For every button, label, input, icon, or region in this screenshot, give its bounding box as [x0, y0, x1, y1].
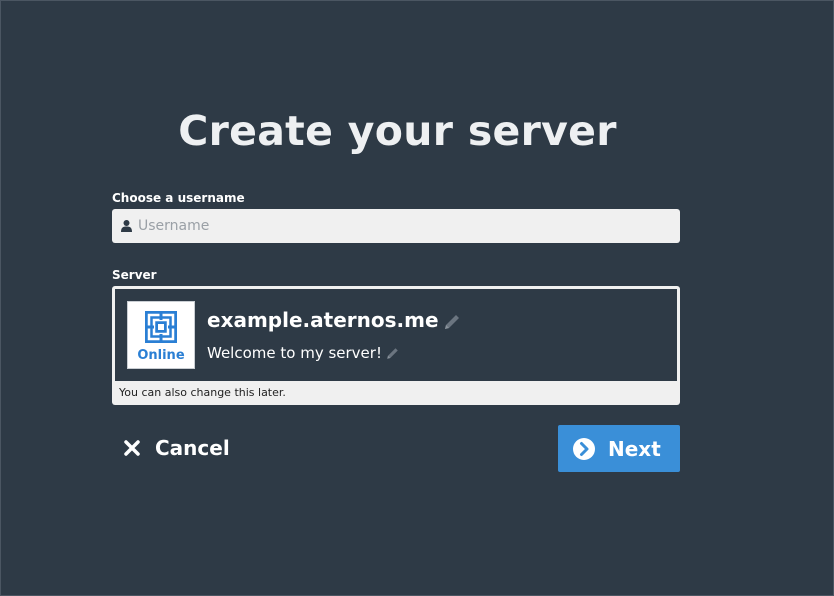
- cancel-button[interactable]: Cancel: [123, 431, 230, 465]
- next-button[interactable]: Next: [558, 425, 680, 472]
- username-label: Choose a username: [112, 191, 245, 205]
- server-hint: You can also change this later.: [119, 386, 286, 399]
- server-motd: Welcome to my server!: [207, 344, 382, 362]
- page-frame: Create your server Choose a username Ser…: [0, 0, 834, 596]
- username-field-wrapper[interactable]: [112, 209, 680, 243]
- server-status: Online: [137, 348, 185, 363]
- close-icon: [124, 440, 140, 456]
- server-preview: Online example.aternos.me Welcome to my …: [115, 289, 677, 381]
- chevron-right-circle-icon: [573, 437, 595, 460]
- server-status-card: Online: [127, 301, 195, 369]
- server-label: Server: [112, 268, 157, 282]
- edit-motd-pencil-icon[interactable]: [385, 346, 400, 361]
- username-input[interactable]: [138, 209, 674, 243]
- aternos-logo-icon: [145, 311, 177, 343]
- edit-address-pencil-icon[interactable]: [442, 312, 462, 332]
- server-motd-row: Welcome to my server!: [207, 343, 400, 363]
- next-label: Next: [608, 436, 661, 461]
- user-icon: [121, 220, 132, 232]
- page-title: Create your server: [178, 107, 617, 155]
- server-address: example.aternos.me: [207, 308, 439, 332]
- server-card: Online example.aternos.me Welcome to my …: [112, 286, 680, 405]
- cancel-label: Cancel: [155, 436, 230, 460]
- server-address-row: example.aternos.me: [207, 307, 462, 333]
